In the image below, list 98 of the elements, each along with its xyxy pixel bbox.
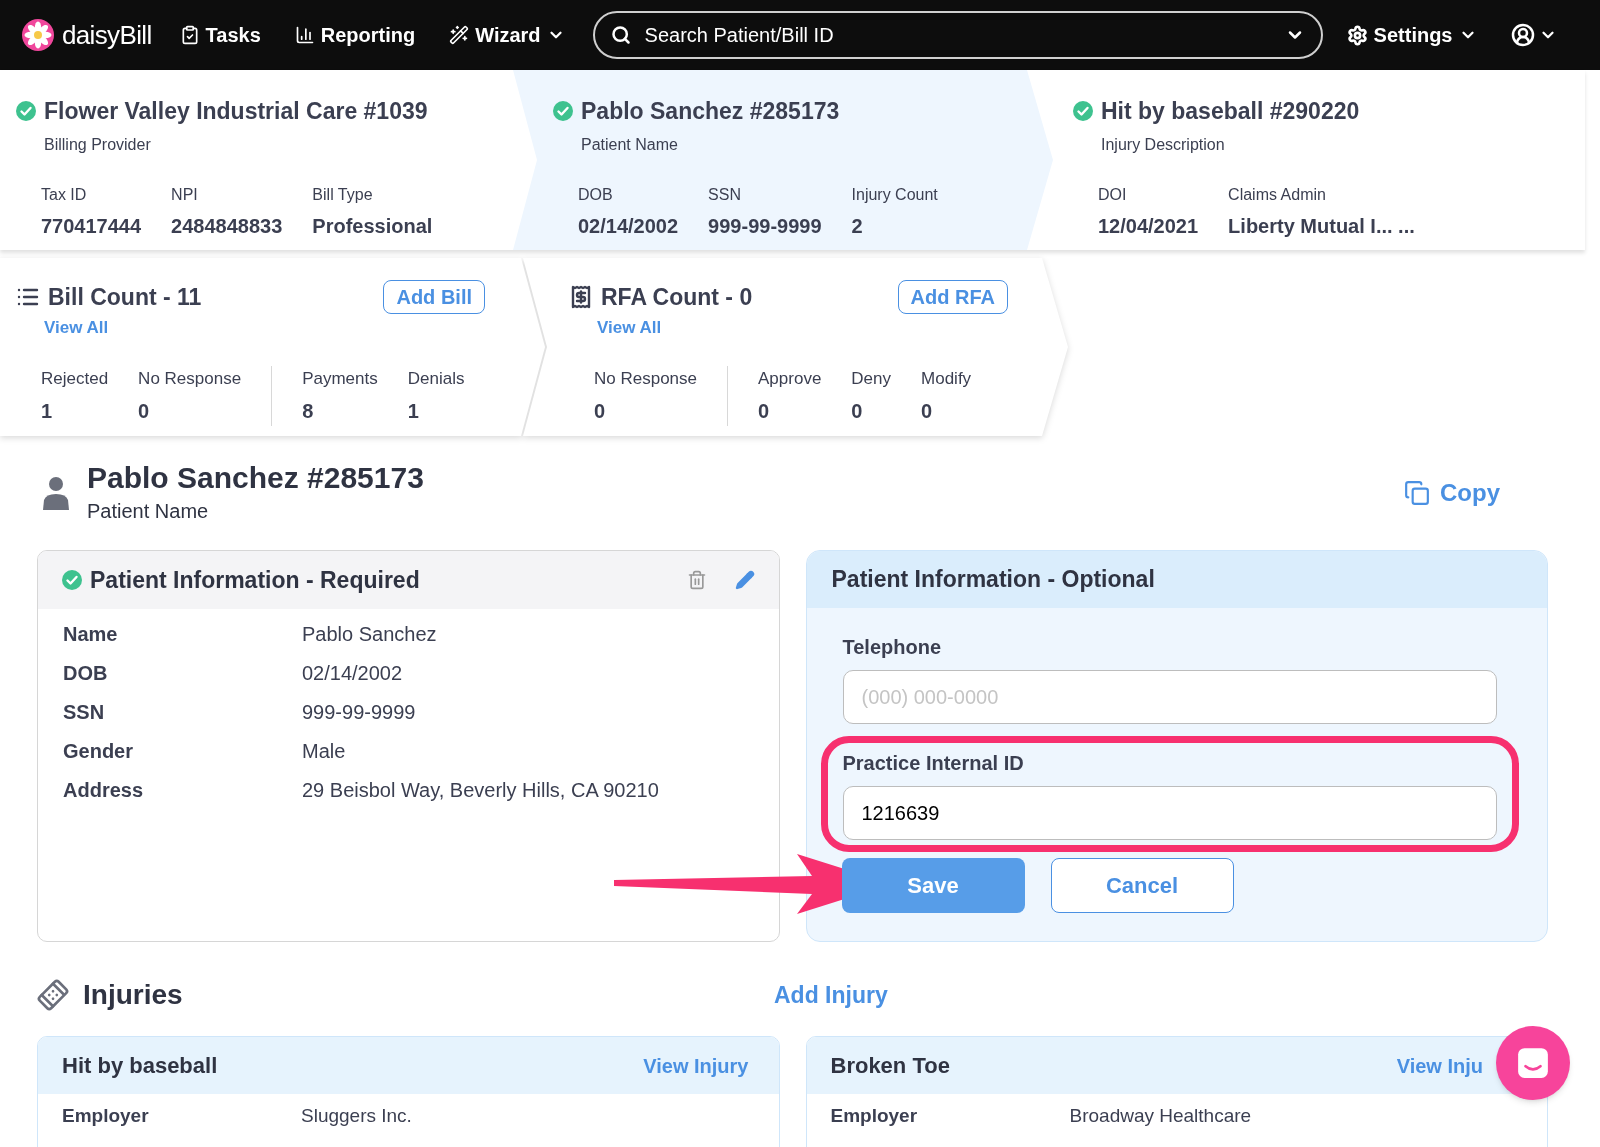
stat-label: Approve xyxy=(758,368,822,390)
stat-value: 0 xyxy=(594,398,607,424)
save-button[interactable]: Save xyxy=(841,858,1025,913)
input-field[interactable]: (000) 000-0000 xyxy=(842,670,1497,724)
stat-label: Modify xyxy=(921,368,972,390)
nav-item[interactable]: Reporting xyxy=(294,20,416,50)
breadcrumb-step[interactable]: Flower Valley Industrial Care #1039 Billing Provider Tax ID 770417444 NPI 2484848833 Bill Type Professional xyxy=(0,70,513,250)
row-label: SSN xyxy=(63,700,106,725)
field-label: NPI xyxy=(171,184,199,205)
stat-label: No Response xyxy=(594,368,697,390)
breadcrumb-step[interactable]: Hit by baseball #290220 Injury Description DOI 12/04/2021 Claims Admin Liberty Mutual I... ... xyxy=(1053,70,1585,250)
stat-value: 8 xyxy=(302,398,315,424)
nav-item[interactable]: Wizard xyxy=(449,20,565,50)
patient-icon xyxy=(41,476,71,510)
stat-label: Rejected xyxy=(41,368,109,390)
row-label: Gender xyxy=(63,739,135,764)
view-all-link[interactable]: View All xyxy=(44,314,109,340)
add-button[interactable]: Add RFA xyxy=(897,280,1008,315)
view-injury-link[interactable]: View Injury xyxy=(643,1050,749,1081)
step-subtitle: Patient Name xyxy=(581,134,678,155)
copy-button[interactable]: Copy xyxy=(1404,475,1500,511)
stat-label: Denials xyxy=(407,368,465,390)
settings-menu[interactable]: Settings xyxy=(1346,20,1477,50)
card-title: Patient Information - Optional xyxy=(831,565,1155,595)
stat-label: No Response xyxy=(138,368,242,390)
count-title: RFA Count - 0 xyxy=(601,283,753,312)
row-label: Name xyxy=(63,622,119,647)
field-value: 2 xyxy=(851,213,864,239)
add-injury-link[interactable]: Add Injury xyxy=(774,977,888,1013)
stat-value: 0 xyxy=(851,398,864,424)
card-title: Patient Information - Required xyxy=(90,565,421,595)
field-label: Telephone xyxy=(842,635,942,660)
card-title: Broken Toe xyxy=(830,1052,950,1080)
row-value: Male xyxy=(302,739,346,764)
field-value: 2484848833 xyxy=(171,213,283,239)
user-avatar-icon xyxy=(1510,23,1535,47)
search-icon xyxy=(610,25,631,45)
field-label: Practice Internal ID xyxy=(842,751,1024,776)
cancel-button[interactable]: Cancel xyxy=(1050,858,1234,913)
stat-value: 0 xyxy=(921,398,934,424)
row-value: Pablo Sanchez xyxy=(302,622,437,647)
card-title: Hit by baseball xyxy=(62,1052,218,1080)
field-label: DOI xyxy=(1098,184,1128,205)
settings-icon xyxy=(1346,24,1368,46)
stat-value: 0 xyxy=(758,398,771,424)
chat-bubble-icon xyxy=(1516,1046,1550,1080)
field-label: Claims Admin xyxy=(1228,184,1327,205)
stat-value: 0 xyxy=(138,398,151,424)
step-title: Pablo Sanchez #285173 xyxy=(581,97,840,126)
flower-logo-icon xyxy=(22,19,54,51)
field-value: 999-99-9999 xyxy=(708,213,822,239)
row-label: Address xyxy=(63,778,145,803)
row-value: Broadway Healthcare xyxy=(1069,1104,1252,1128)
magic-wand-icon xyxy=(449,25,470,45)
field-label: Tax ID xyxy=(41,184,88,205)
field-label: Bill Type xyxy=(312,184,374,205)
field-value: 12/04/2021 xyxy=(1098,213,1199,239)
field-label: DOB xyxy=(578,184,614,205)
chat-button[interactable] xyxy=(1496,1026,1570,1100)
field-label: SSN xyxy=(708,184,742,205)
field-value: 770417444 xyxy=(41,213,142,239)
nav-item[interactable]: Tasks xyxy=(179,20,261,50)
step-title: Flower Valley Industrial Care #1039 xyxy=(44,97,428,126)
bar-chart-icon xyxy=(294,25,315,45)
search-field[interactable]: Search Patient/Bill ID xyxy=(592,11,1323,59)
pencil-icon[interactable] xyxy=(734,570,755,590)
stat-label: Payments xyxy=(302,368,378,390)
stat-value: 1 xyxy=(407,398,420,424)
row-value: Sluggers Inc. xyxy=(301,1104,412,1128)
section-title: Injuries xyxy=(83,978,183,1012)
step-subtitle: Injury Description xyxy=(1101,134,1225,155)
input-field[interactable]: 1216639 xyxy=(842,786,1497,840)
view-injury-link[interactable]: View Inju xyxy=(1396,1050,1483,1081)
field-label: Injury Count xyxy=(851,184,938,205)
row-value: 02/14/2002 xyxy=(302,661,403,686)
row-value: 29 Beisbol Way, Beverly Hills, CA 90210 xyxy=(302,778,659,803)
add-button[interactable]: Add Bill xyxy=(383,280,485,315)
row-value: 999-99-9999 xyxy=(302,700,416,725)
row-label: Employer xyxy=(62,1104,150,1128)
count-title: Bill Count - 11 xyxy=(48,283,202,312)
trash-icon[interactable] xyxy=(686,570,707,590)
row-label: Employer xyxy=(830,1104,919,1128)
row-label: DOB xyxy=(63,661,109,686)
step-title: Hit by baseball #290220 xyxy=(1101,97,1360,126)
field-value: 02/14/2002 xyxy=(578,213,679,239)
field-value: Liberty Mutual I... ... xyxy=(1228,213,1415,239)
stat-label: Deny xyxy=(851,368,892,390)
field-value: Professional xyxy=(312,213,433,239)
account-menu[interactable] xyxy=(1510,23,1557,47)
step-subtitle: Billing Provider xyxy=(44,134,151,155)
patient-name-subtitle: Patient Name xyxy=(87,499,210,524)
stat-value: 1 xyxy=(41,398,54,424)
view-all-link[interactable]: View All xyxy=(597,314,662,340)
document-icon xyxy=(569,285,593,310)
patient-name-heading: Pablo Sanchez #285173 xyxy=(87,460,424,496)
breadcrumb-step[interactable]: Pablo Sanchez #285173 Patient Name DOB 02/14/2002 SSN 999-99-9999 Injury Count 2 xyxy=(513,70,1053,250)
app-logo[interactable]: daisyBill xyxy=(62,15,152,55)
copy-icon xyxy=(1404,480,1430,506)
